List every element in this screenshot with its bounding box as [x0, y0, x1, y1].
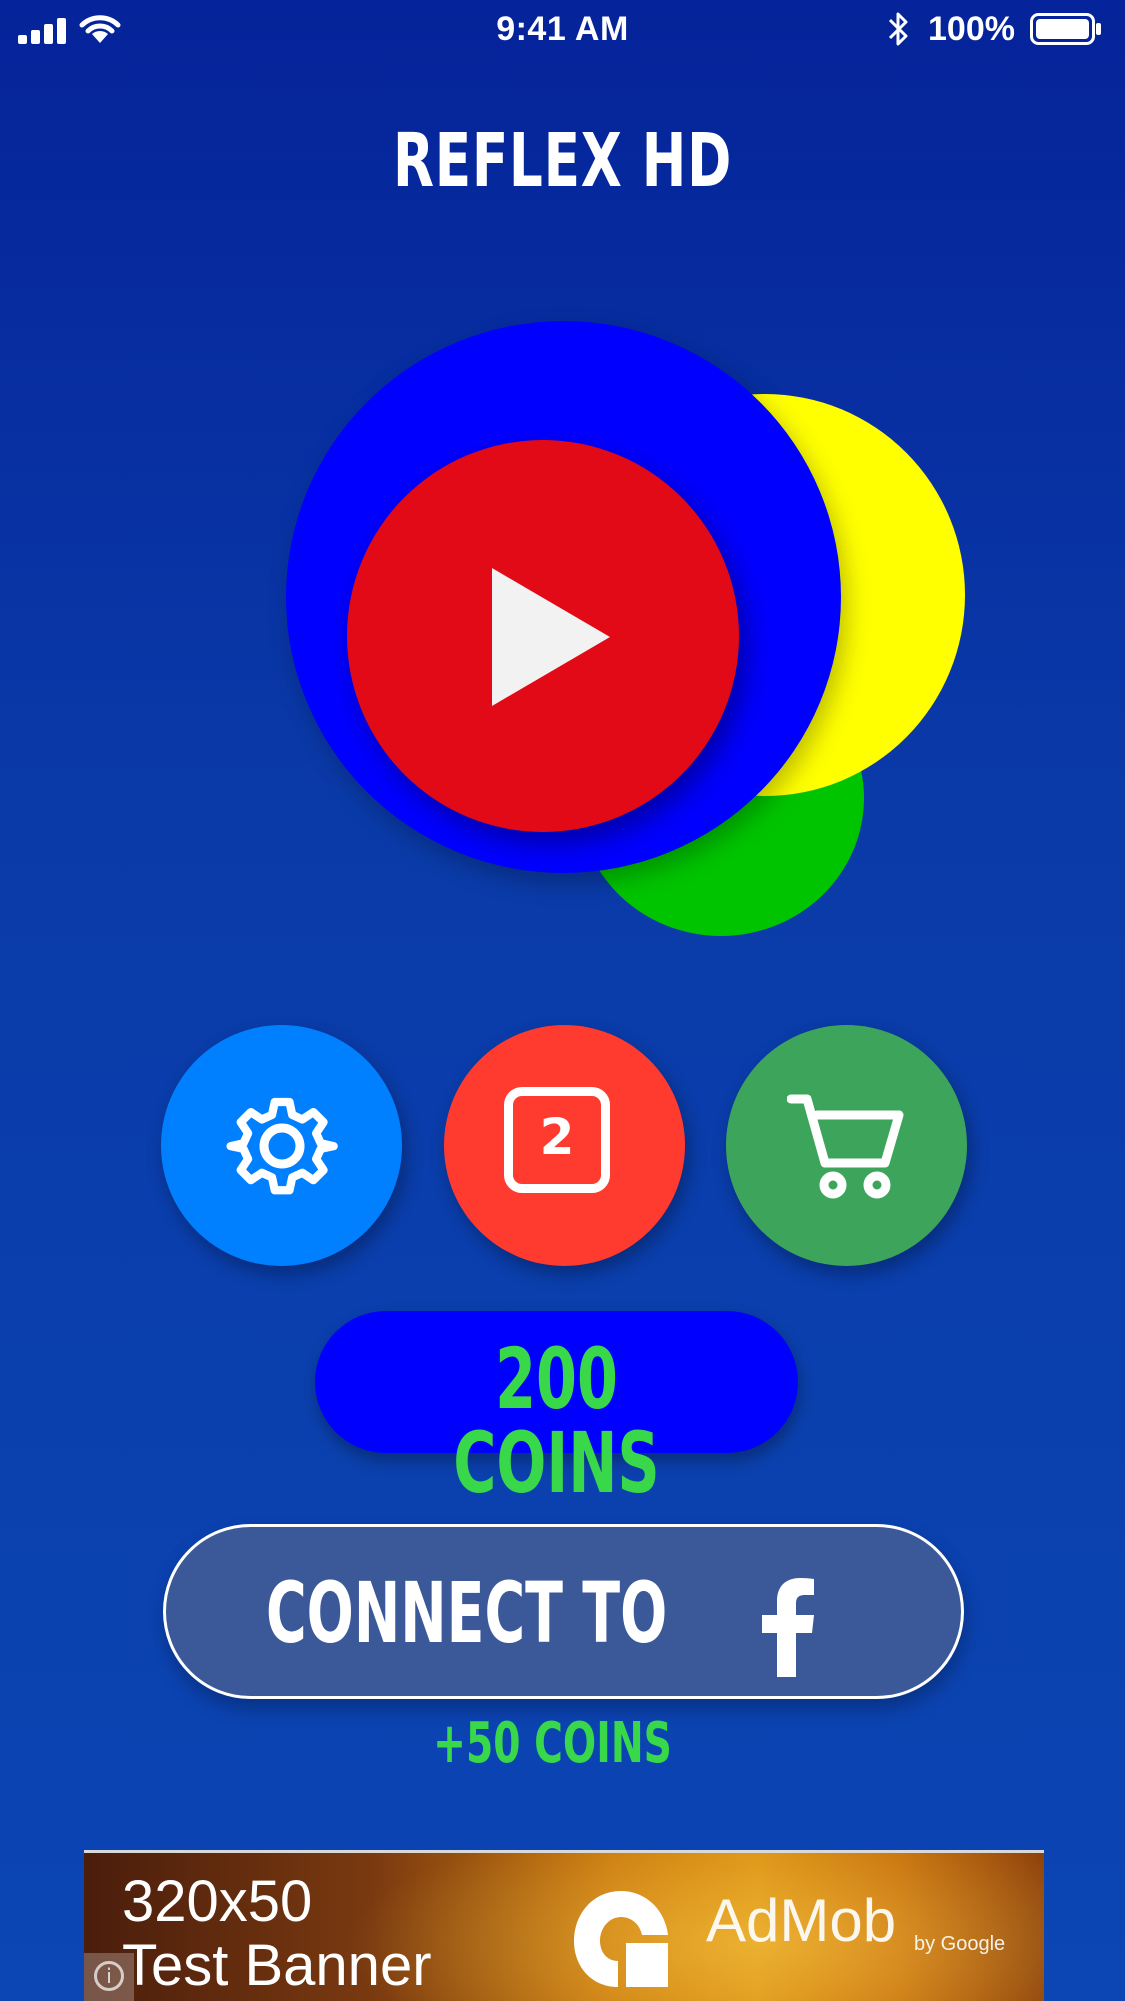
cart-icon	[786, 1094, 903, 1198]
facebook-bonus-label: +50 COINS	[433, 1711, 672, 1776]
admob-logo-icon	[574, 1891, 668, 1987]
ad-test-label: Test Banner	[122, 1933, 432, 1998]
ad-background	[344, 1853, 1044, 2001]
ad-size-label: 320x50	[122, 1869, 313, 1934]
status-bar: 9:41 AM 100%	[0, 0, 1125, 60]
ad-brand-suffix: by Google	[914, 1933, 1006, 1955]
ad-brand: AdMob	[706, 1887, 897, 1954]
app-title: REFLEX HD	[392, 118, 733, 204]
leaderboard-button[interactable]: 2	[444, 1025, 685, 1266]
ad-banner[interactable]: 320x50 Test Banner AdMob by Google i	[84, 1850, 1044, 2001]
ranking-icon: 2	[504, 1087, 610, 1193]
connect-facebook-button[interactable]: CONNECT TO	[163, 1524, 964, 1699]
battery-percent: 100%	[928, 10, 1015, 48]
battery-icon	[1030, 13, 1101, 45]
bluetooth-icon	[888, 12, 908, 46]
facebook-icon	[762, 1578, 814, 1677]
rank-number: 2	[539, 1108, 575, 1166]
ad-info-button[interactable]: i	[84, 1953, 134, 2001]
coins-balance: 200 COINS	[315, 1311, 798, 1505]
play-button[interactable]	[347, 440, 739, 832]
connect-label: CONNECT TO	[266, 1564, 668, 1662]
settings-button[interactable]	[161, 1025, 402, 1266]
gear-icon	[225, 1097, 338, 1194]
coins-label: 200 COINS	[453, 1330, 660, 1512]
shop-button[interactable]	[726, 1025, 967, 1266]
info-icon: i	[94, 1961, 124, 1991]
